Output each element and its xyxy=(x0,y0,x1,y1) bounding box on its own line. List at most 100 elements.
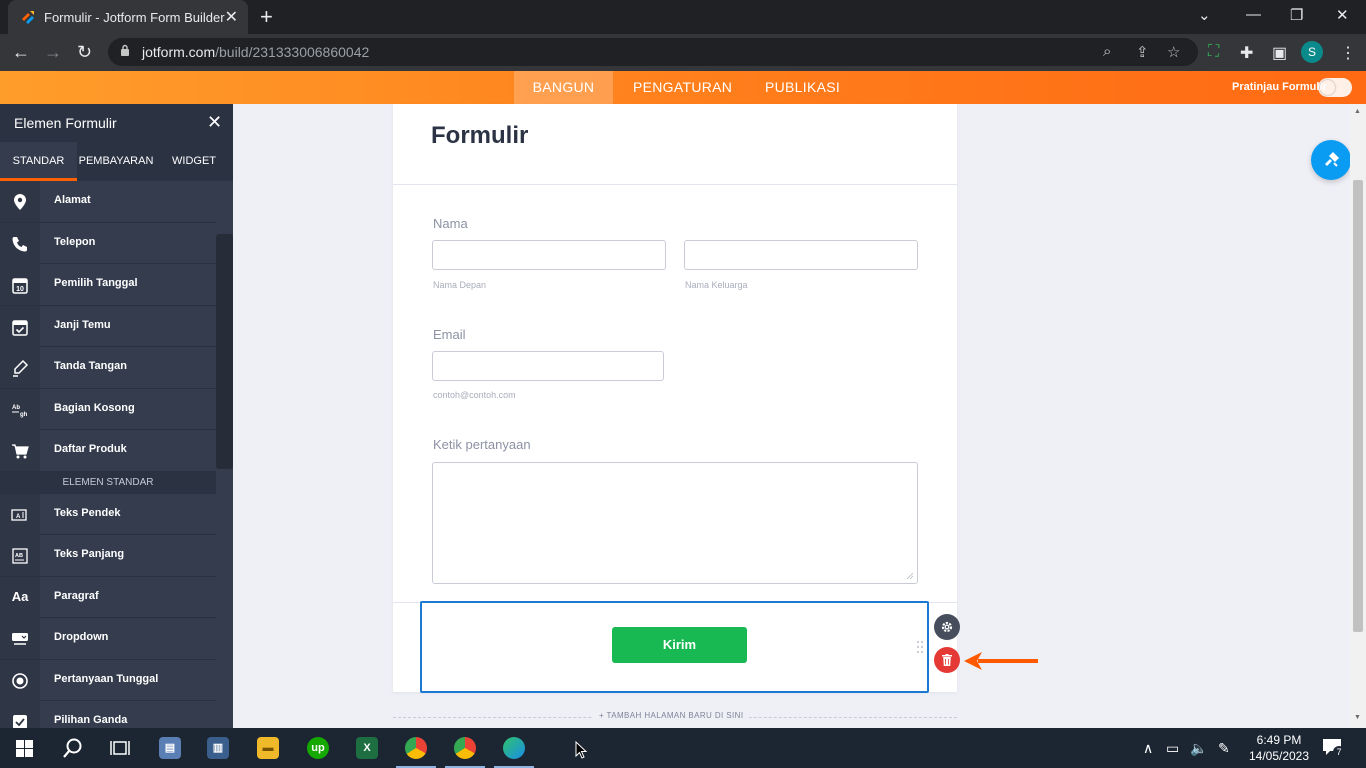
close-tab-icon[interactable]: ✕ xyxy=(225,7,238,27)
add-new-page[interactable]: + TAMBAH HALAMAN BARU DI SINI xyxy=(393,706,957,728)
sidebar-item-label: Alamat xyxy=(54,194,91,206)
form-elements-sidebar: Elemen Formulir ✕ STANDAR PEMBAYARAN WID… xyxy=(0,104,233,728)
cart-icon xyxy=(0,430,40,471)
profile-avatar[interactable]: S xyxy=(1301,41,1323,63)
sidebar-item-dropdown[interactable]: Dropdown xyxy=(0,618,216,660)
question-label[interactable]: Ketik pertanyaan xyxy=(433,437,531,452)
back-icon[interactable]: ← xyxy=(12,42,30,63)
jotform-favicon-icon xyxy=(22,11,34,24)
sidebar-item-pemilih-tanggal[interactable]: 10 Pemilih Tanggal xyxy=(0,264,216,306)
tab-bangun[interactable]: BANGUN xyxy=(514,71,613,104)
location-pin-icon xyxy=(0,181,40,222)
page-scrollbar[interactable]: ▲ ▼ xyxy=(1350,104,1366,728)
calendar-icon: 10 xyxy=(0,264,40,305)
sidebar-item-telepon[interactable]: Telepon xyxy=(0,222,216,264)
bookmark-star-icon[interactable]: ☆ xyxy=(1167,43,1180,61)
builder-top-nav: BANGUN PENGATURAN PUBLIKASI Pratinjau Fo… xyxy=(0,71,1366,104)
last-name-input[interactable] xyxy=(684,240,918,270)
task-view-button[interactable] xyxy=(96,728,144,768)
checkbox-icon xyxy=(0,701,40,728)
email-label[interactable]: Email xyxy=(433,327,466,342)
browser-menu-icon[interactable]: ⋮ xyxy=(1340,43,1356,63)
scroll-down-icon[interactable]: ▼ xyxy=(1354,714,1361,721)
mouse-cursor-icon xyxy=(575,741,587,759)
tab-publikasi[interactable]: PUBLIKASI xyxy=(765,71,840,104)
tab-widget[interactable]: WIDGET xyxy=(155,142,233,181)
close-sidebar-icon[interactable]: ✕ xyxy=(207,112,222,133)
short-text-icon: A xyxy=(0,493,40,535)
tab-pembayaran[interactable]: PEMBAYARAN xyxy=(77,142,155,181)
extension-icon[interactable]: ⛶ xyxy=(1208,43,1219,61)
submit-field-selected[interactable]: Kirim xyxy=(420,601,929,693)
form-title[interactable]: Formulir xyxy=(431,122,528,150)
address-toolbar: ← → ↻ jotform.com/build/231333006860042 … xyxy=(0,34,1366,71)
svg-text:Ab: Ab xyxy=(12,405,20,411)
svg-text:AB: AB xyxy=(15,553,23,559)
side-panel-icon[interactable]: ▣ xyxy=(1272,43,1287,63)
extensions-puzzle-icon[interactable]: ✚ xyxy=(1240,43,1253,63)
tab-pengaturan[interactable]: PENGATURAN xyxy=(633,71,732,104)
first-name-input[interactable] xyxy=(432,240,666,270)
sidebar-scrollbar-thumb[interactable] xyxy=(216,234,233,469)
sidebar-scrollbar[interactable] xyxy=(216,234,233,469)
network-icon[interactable]: ▭ xyxy=(1166,740,1179,757)
scroll-up-icon[interactable]: ▲ xyxy=(1354,108,1361,115)
restore-icon[interactable]: ❐ xyxy=(1290,6,1303,24)
delete-field-button[interactable] xyxy=(934,647,960,673)
name-label[interactable]: Nama xyxy=(433,216,468,231)
drag-handle-icon[interactable] xyxy=(916,639,924,655)
sidebar-item-daftar-produk[interactable]: Daftar Produk xyxy=(0,430,216,472)
new-tab-icon[interactable]: + xyxy=(260,4,273,30)
sidebar-item-alamat[interactable]: Alamat xyxy=(0,181,216,223)
sidebar-item-teks-pendek[interactable]: A Teks Pendek xyxy=(0,493,216,535)
sidebar-item-paragraf[interactable]: Aa Paragraf xyxy=(0,576,216,618)
close-window-icon[interactable]: ✕ xyxy=(1336,6,1349,24)
taskbar-app-notes[interactable]: ▥ xyxy=(194,728,242,768)
submit-button[interactable]: Kirim xyxy=(612,627,747,663)
taskbar-app-control-panel[interactable]: ▤ xyxy=(146,728,194,768)
preview-form-toggle[interactable] xyxy=(1318,78,1352,97)
sidebar-item-pertanyaan-tunggal[interactable]: Pertanyaan Tunggal xyxy=(0,659,216,701)
sidebar-item-label: Tanda Tangan xyxy=(54,360,127,372)
tab-standar[interactable]: STANDAR xyxy=(0,142,77,181)
sidebar-item-label: Telepon xyxy=(54,235,96,248)
notification-center-button[interactable]: 7 xyxy=(1322,738,1345,758)
sidebar-item-pilihan-ganda[interactable]: Pilihan Ganda xyxy=(0,701,216,728)
taskbar-app-excel[interactable]: X xyxy=(343,728,391,768)
page-scrollbar-thumb[interactable] xyxy=(1353,180,1363,632)
volume-icon[interactable]: 🔈 xyxy=(1190,740,1207,757)
system-clock[interactable]: 6:49 PM 14/05/2023 xyxy=(1245,732,1313,764)
sidebar-item-teks-panjang[interactable]: AB Teks Panjang xyxy=(0,535,216,577)
sidebar-header: Elemen Formulir ✕ xyxy=(0,104,233,142)
start-button[interactable] xyxy=(0,728,48,768)
sidebar-item-tanda-tangan[interactable]: Tanda Tangan xyxy=(0,347,216,389)
taskbar-app-file-explorer[interactable]: ▬ xyxy=(244,728,292,768)
forward-icon[interactable]: → xyxy=(44,42,62,63)
field-settings-button[interactable] xyxy=(934,614,960,640)
dropdown-icon xyxy=(0,618,40,659)
show-hidden-icons-icon[interactable]: ∧ xyxy=(1143,740,1153,757)
url-bar[interactable]: jotform.com/build/231333006860042 ⌕ ⇪ ☆ xyxy=(108,38,1198,66)
phone-icon xyxy=(0,222,40,264)
zoom-icon[interactable]: ⌕ xyxy=(1103,43,1111,60)
taskbar-app-upwork[interactable]: up xyxy=(294,728,342,768)
minimize-icon[interactable]: — xyxy=(1246,6,1261,23)
taskbar-app-chrome-1[interactable] xyxy=(392,728,440,768)
share-icon[interactable]: ⇪ xyxy=(1136,43,1149,61)
email-input[interactable] xyxy=(432,351,664,381)
taskbar-app-edge[interactable] xyxy=(490,728,538,768)
browser-tab[interactable]: Formulir - Jotform Form Builder ✕ xyxy=(8,0,248,34)
sidebar-item-label: Paragraf xyxy=(54,589,99,602)
email-sublabel: contoh@contoh.com xyxy=(433,390,516,400)
sidebar-item-label: Teks Panjang xyxy=(54,548,125,560)
form-designer-button[interactable] xyxy=(1311,140,1351,180)
tab-search-icon[interactable]: ⌄ xyxy=(1198,6,1211,24)
url-text: jotform.com/build/231333006860042 xyxy=(142,44,369,60)
pen-workspace-icon[interactable]: ✎ xyxy=(1218,740,1230,757)
reload-icon[interactable]: ↻ xyxy=(77,42,92,63)
taskbar-app-chrome-2[interactable] xyxy=(441,728,489,768)
question-textarea[interactable] xyxy=(432,462,918,584)
sidebar-item-janji-temu[interactable]: Janji Temu xyxy=(0,305,216,347)
sidebar-item-bagian-kosong[interactable]: Ab gh Bagian Kosong xyxy=(0,388,216,430)
taskbar-search-button[interactable] xyxy=(48,728,96,768)
